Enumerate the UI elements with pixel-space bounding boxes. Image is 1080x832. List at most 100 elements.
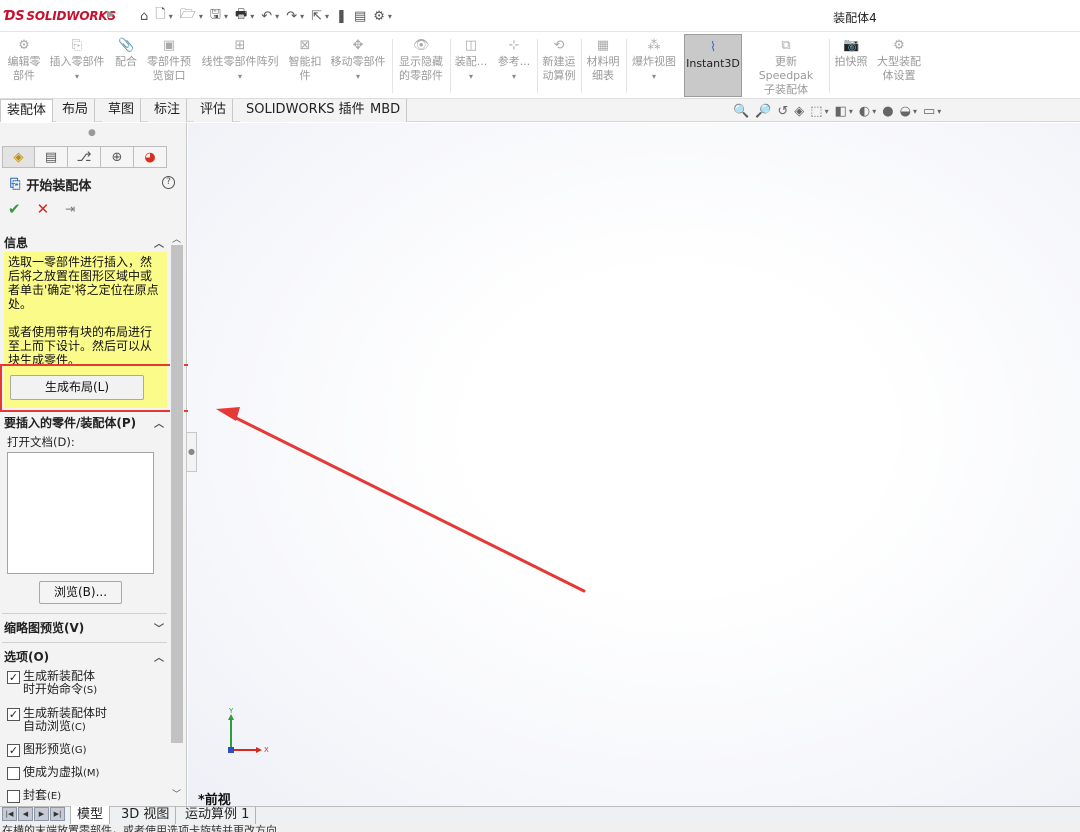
section-view-icon[interactable]: ◈ bbox=[794, 104, 804, 119]
tab-motion-study-1[interactable]: 运动算例 1 bbox=[179, 806, 257, 824]
new-motion-study-button[interactable]: ⟲ 新建运 动算例 bbox=[540, 33, 578, 99]
speedpak-icon: ⧉ bbox=[781, 38, 791, 53]
tab-mbd[interactable]: MBD bbox=[364, 99, 408, 122]
tab-model[interactable]: 模型 bbox=[70, 806, 111, 824]
reference-triad: Y X bbox=[228, 707, 269, 754]
pm-actions: ✔ ✕ ⇥ bbox=[8, 201, 75, 217]
tab-evaluate[interactable]: 评估 bbox=[194, 99, 234, 122]
redo-icon[interactable]: ↷ bbox=[286, 9, 297, 24]
bom-icon: ▦ bbox=[596, 38, 610, 53]
configuration-manager-tab[interactable]: ⎇ bbox=[68, 146, 101, 168]
next-tab-icon[interactable]: ▶ bbox=[34, 807, 49, 821]
previous-view-icon[interactable]: ↺ bbox=[777, 104, 788, 119]
checkbox[interactable]: ✓ bbox=[7, 744, 20, 757]
component-preview-button[interactable]: ▣ 零部件预 览窗口 bbox=[144, 33, 194, 99]
smart-fasteners-button[interactable]: ⊠ 智能扣 件 bbox=[285, 33, 325, 99]
option-envelope[interactable]: 封套(E) bbox=[7, 789, 61, 803]
tab-3d-views[interactable]: 3D 视图 bbox=[115, 806, 177, 824]
tab-sketch[interactable]: 草图 bbox=[102, 99, 142, 122]
new-icon[interactable]: 🗋 bbox=[155, 5, 165, 27]
scroll-up-icon[interactable]: ︿ bbox=[172, 232, 181, 245]
edit-component-button[interactable]: ⚙ 编辑零 部件 bbox=[4, 33, 44, 99]
thumbnail-preview-section-header[interactable]: 缩略图预览(V) ﹀ bbox=[4, 617, 168, 637]
property-manager-tab[interactable]: ▤ bbox=[35, 146, 68, 168]
insert-component-button[interactable]: ⎘ 插入零部件 ▾ bbox=[47, 33, 107, 99]
exploded-view-button[interactable]: ⁂ 爆炸视图 ▾ bbox=[629, 33, 679, 99]
display-style-icon[interactable]: ◧ bbox=[835, 104, 847, 119]
solidworks-logo[interactable]: ƊS SOLIDWORKS bbox=[4, 8, 116, 24]
zoom-to-fit-icon[interactable]: 🔍 bbox=[733, 104, 749, 119]
display-manager-icon: ◕ bbox=[144, 149, 156, 165]
new-motion-study-icon: ⟲ bbox=[553, 38, 565, 53]
checkbox[interactable]: ✓ bbox=[7, 671, 20, 684]
view-settings-icon[interactable]: ▭ bbox=[923, 104, 935, 119]
checkbox[interactable] bbox=[7, 767, 20, 780]
panel-scrollbar[interactable]: ︿ ﹀ bbox=[170, 231, 184, 803]
tab-layout[interactable]: 布局 bbox=[56, 99, 96, 122]
cancel-x-icon[interactable]: ✕ bbox=[37, 201, 50, 217]
options-icon[interactable]: ⚙ bbox=[373, 9, 385, 24]
show-hidden-button[interactable]: 👁 显示隐藏 的零部件 bbox=[396, 33, 446, 99]
ribbon-separator bbox=[537, 39, 538, 93]
pushpin-icon[interactable]: ⇥ bbox=[65, 201, 75, 217]
instant3d-button[interactable]: ⌇ Instant3D bbox=[684, 34, 742, 97]
scroll-down-icon[interactable]: ﹀ bbox=[172, 787, 181, 800]
browse-button[interactable]: 浏览(B)... bbox=[39, 581, 122, 604]
chevron-up-icon: ︿ bbox=[154, 238, 164, 250]
option-auto-browse[interactable]: ✓ 生成新装配体时 自动浏览(C) bbox=[7, 707, 107, 734]
reference-geometry-button[interactable]: ⊹ 参考... ▾ bbox=[494, 33, 534, 99]
undo-icon[interactable]: ↶ bbox=[261, 9, 272, 24]
file-properties-icon[interactable]: ▤ bbox=[354, 9, 366, 24]
begin-assembly-icon: ⎘ bbox=[10, 177, 21, 192]
panel-collapse-handle[interactable]: ● bbox=[187, 432, 197, 472]
feature-manager-tab[interactable]: ◈ bbox=[2, 146, 35, 168]
options-section-header[interactable]: 选项(O) ︿ bbox=[4, 646, 168, 666]
panel-grip[interactable]: ● bbox=[88, 128, 96, 138]
tab-markup[interactable]: 标注 bbox=[148, 99, 188, 122]
last-tab-icon[interactable]: ▶| bbox=[50, 807, 65, 821]
rebuild-icon[interactable]: ❚ bbox=[336, 9, 347, 24]
first-tab-icon[interactable]: |◀ bbox=[2, 807, 17, 821]
ribbon-separator bbox=[581, 39, 582, 93]
tab-assembly[interactable]: 装配体 bbox=[0, 99, 54, 122]
appearance-icon[interactable]: ● bbox=[882, 104, 893, 119]
checkbox[interactable] bbox=[7, 790, 20, 803]
ok-check-icon[interactable]: ✔ bbox=[8, 201, 21, 217]
help-icon[interactable]: ? bbox=[162, 176, 175, 189]
ribbon-separator bbox=[829, 39, 830, 93]
info-section-header[interactable]: 信息 ︿ bbox=[4, 232, 168, 252]
select-icon[interactable]: ⇱ bbox=[311, 9, 322, 24]
scrollbar-thumb[interactable] bbox=[171, 245, 183, 743]
feature-tree-icon: ◈ bbox=[13, 149, 24, 165]
open-icon[interactable]: 🗁 bbox=[180, 5, 196, 27]
save-icon[interactable]: 🖫 bbox=[210, 5, 221, 27]
mate-icon: 📎 bbox=[118, 38, 135, 53]
display-manager-tab[interactable]: ◕ bbox=[134, 146, 167, 168]
dimxpert-tab[interactable]: ⊕ bbox=[101, 146, 134, 168]
option-graphics-preview[interactable]: ✓ 图形预览(G) bbox=[7, 743, 87, 757]
option-make-virtual[interactable]: 使成为虚拟(M) bbox=[7, 766, 99, 780]
tab-solidworks-addins[interactable]: SOLIDWORKS 插件 bbox=[240, 99, 372, 122]
mate-button[interactable]: 📎 配合 bbox=[111, 33, 141, 99]
assembly-features-button[interactable]: ◫ 装配... ▾ bbox=[453, 33, 489, 99]
view-orientation-icon[interactable]: ⬚ bbox=[810, 104, 822, 119]
property-manager-icon: ▤ bbox=[44, 149, 58, 165]
chevron-right-icon[interactable]: ▶ bbox=[107, 9, 115, 20]
open-documents-list[interactable] bbox=[7, 452, 154, 574]
scene-icon[interactable]: ◒ bbox=[900, 104, 911, 119]
linear-pattern-button[interactable]: ⊞ 线性零部件阵列 ▾ bbox=[198, 33, 282, 99]
open-documents-label: 打开文档(D): bbox=[7, 435, 75, 449]
snapshot-button[interactable]: 📷 拍快照 bbox=[832, 33, 870, 99]
hide-show-icon[interactable]: ◐ bbox=[859, 104, 870, 119]
zoom-to-area-icon[interactable]: 🔎 bbox=[755, 104, 771, 119]
option-start-command[interactable]: ✓ 生成新装配体 时开始命令(S) bbox=[7, 670, 97, 697]
large-assembly-button[interactable]: ⚙ 大型装配 体设置 bbox=[873, 33, 925, 99]
print-icon[interactable]: 🖶 bbox=[235, 5, 247, 27]
insert-parts-section-header[interactable]: 要插入的零件/装配体(P) ︿ bbox=[4, 412, 168, 432]
bom-button[interactable]: ▦ 材料明 细表 bbox=[584, 33, 622, 99]
speedpak-button[interactable]: ⧉ 更新 Speedpak 子装配体 bbox=[746, 33, 826, 99]
checkbox[interactable]: ✓ bbox=[7, 708, 20, 721]
move-component-button[interactable]: ✥ 移动零部件 ▾ bbox=[328, 33, 388, 99]
prev-tab-icon[interactable]: ◀ bbox=[18, 807, 33, 821]
home-icon[interactable]: ⌂ bbox=[140, 9, 148, 24]
